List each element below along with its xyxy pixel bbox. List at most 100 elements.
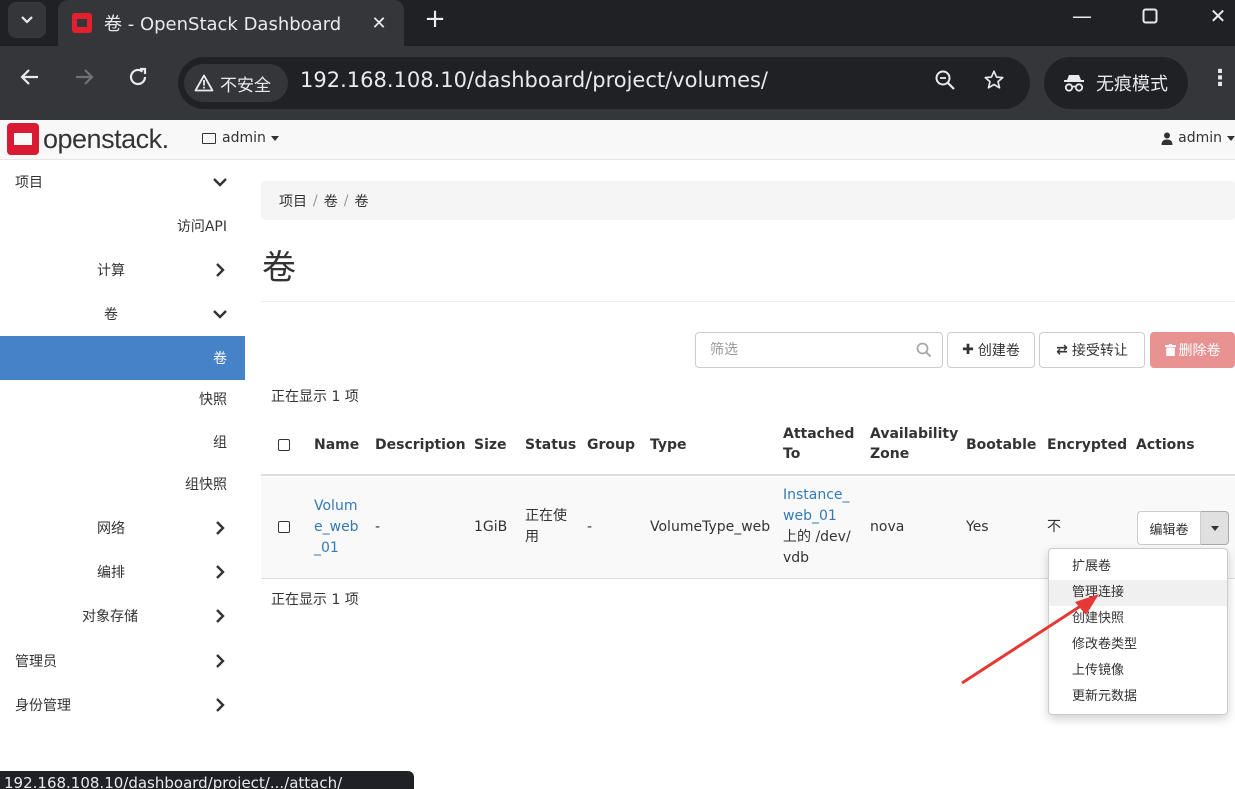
openstack-topbar: openstack. admin admin [0,120,1235,160]
column-header-description[interactable]: Description [375,435,466,455]
browser-menu-icon[interactable]: ⋮ [1208,66,1232,91]
trash-icon [1164,344,1176,356]
volume-type: VolumeType_web [650,519,771,535]
sidebar-item-label: 卷 [213,351,227,367]
chevron-right-icon [216,263,225,277]
breadcrumb-item-current: 卷 [354,193,369,210]
sidebar-item-snapshots[interactable]: 快照 [0,377,245,421]
column-header-status[interactable]: Status [525,435,576,455]
chevron-down-icon [21,16,33,24]
caret-down-icon [1227,135,1235,141]
breadcrumb-separator: / [343,192,349,209]
select-all-checkbox[interactable] [278,439,290,451]
incognito-label: 无痕模式 [1096,74,1168,95]
breadcrumb-item[interactable]: 项目 [279,191,307,211]
sidebar-item-orchestration[interactable]: 编排 [0,550,245,594]
column-header-group[interactable]: Group [587,435,635,455]
filter-box[interactable] [695,332,943,368]
back-arrow-icon[interactable] [12,66,48,94]
row-actions: 编辑卷 [1137,511,1229,545]
browser-tab-strip: 卷 - OpenStack Dashboard ✕ + — ✕ [0,0,1235,46]
openstack-logo[interactable]: openstack. [7,123,169,155]
new-tab-button[interactable]: + [420,4,450,34]
user-menu[interactable]: admin [1161,130,1235,146]
edit-volume-button[interactable]: 编辑卷 [1137,511,1201,545]
sidebar-item-identity[interactable]: 身份管理 [0,683,245,727]
browser-tab[interactable]: 卷 - OpenStack Dashboard ✕ [58,0,404,46]
incognito-icon [1062,73,1086,93]
sidebar-item-label: 组快照 [185,477,227,493]
address-bar[interactable]: 不安全 192.168.108.10/dashboard/project/vol… [178,57,1030,109]
sidebar-item-network[interactable]: 网络 [0,506,245,550]
exchange-icon: ⇄ [1056,342,1068,358]
zoom-search-icon[interactable] [930,69,960,97]
chevron-right-icon [216,654,225,668]
column-header-encrypted[interactable]: Encrypted [1047,435,1127,455]
filter-input[interactable] [696,333,896,367]
project-name: admin [222,130,266,146]
sidebar-item-label: 对象存储 [82,609,138,625]
chevron-right-icon [216,698,225,712]
delete-volumes-button[interactable]: 删除卷 [1150,332,1235,368]
incognito-indicator[interactable]: 无痕模式 [1044,57,1188,109]
security-label: 不安全 [220,75,271,96]
column-header-bootable[interactable]: Bootable [966,435,1036,455]
column-header-availability-zone[interactable]: Availability Zone [870,424,958,464]
logo-text: openstack. [43,123,169,154]
project-selector[interactable]: admin [202,130,279,146]
chevron-down-icon [213,178,227,187]
sidebar-item-label: 网络 [97,521,125,537]
sidebar-item-api-access[interactable]: 访问API [0,204,245,248]
column-header-size[interactable]: Size [474,435,507,455]
sidebar-item-label: 管理员 [15,654,57,670]
window-close-icon[interactable]: ✕ [1198,4,1235,28]
volume-description: - [375,519,381,535]
create-volume-label: 创建卷 [977,343,1020,359]
attached-instance-link[interactable]: Instance_web_01 [783,487,850,524]
plus-icon: ✚ [962,342,974,358]
sidebar-item-groups[interactable]: 组 [0,420,245,464]
annotation-arrow [961,594,1099,685]
tab-search-button[interactable] [8,2,46,38]
create-volume-button[interactable]: ✚ 创建卷 [947,332,1035,368]
sidebar-item-admin[interactable]: 管理员 [0,639,245,683]
actions-dropdown-toggle[interactable] [1201,511,1229,545]
maximize-icon[interactable] [1130,4,1170,29]
sidebar-item-volumes-group[interactable]: 卷 [0,292,245,336]
search-icon[interactable] [916,342,932,358]
sidebar-item-label: 编排 [97,565,125,581]
menu-item-extend-volume[interactable]: 扩展卷 [1049,554,1227,580]
breadcrumb-item[interactable]: 卷 [324,191,338,211]
browser-toolbar: 不安全 192.168.108.10/dashboard/project/vol… [0,46,1235,120]
volume-name-link[interactable]: Volume_web_01 [314,496,362,559]
sidebar-item-label: 访问API [176,219,227,235]
accept-transfer-button[interactable]: ⇄ 接受转让 [1039,332,1145,368]
sidebar-item-label: 项目 [15,175,43,191]
sidebar-item-project[interactable]: 项目 [0,160,245,204]
bookmark-star-icon[interactable] [979,69,1009,97]
sidebar-item-group-snapshots[interactable]: 组快照 [0,462,245,506]
column-header-attached-to[interactable]: Attached To [783,424,854,464]
breadcrumb-separator: / [313,192,318,209]
divider [261,301,1235,302]
volume-encrypted: 不 [1047,519,1061,535]
chevron-right-icon [216,609,225,623]
column-header-type[interactable]: Type [650,435,687,455]
url-text[interactable]: 192.168.108.10/dashboard/project/volumes… [300,68,768,92]
volume-attached-to: Instance_web_01 上的 /dev/vdb [783,485,851,569]
row-checkbox[interactable] [278,521,290,533]
chevron-right-icon [216,521,225,535]
column-header-name[interactable]: Name [314,435,359,455]
sidebar-item-label: 组 [213,435,227,451]
forward-arrow-icon[interactable] [66,66,102,94]
minimize-icon[interactable]: — [1062,4,1102,28]
volume-name[interactable]: Volume_web_01 [314,498,359,556]
reload-icon[interactable] [120,66,156,94]
column-header-actions: Actions [1136,437,1195,453]
sidebar-item-object-store[interactable]: 对象存储 [0,594,245,638]
sidebar-item-compute[interactable]: 计算 [0,248,245,292]
security-indicator[interactable]: 不安全 [184,64,288,102]
page-title: 卷 [262,248,296,288]
sidebar-item-volumes[interactable]: 卷 [0,336,245,380]
tab-close-icon[interactable]: ✕ [364,13,394,34]
